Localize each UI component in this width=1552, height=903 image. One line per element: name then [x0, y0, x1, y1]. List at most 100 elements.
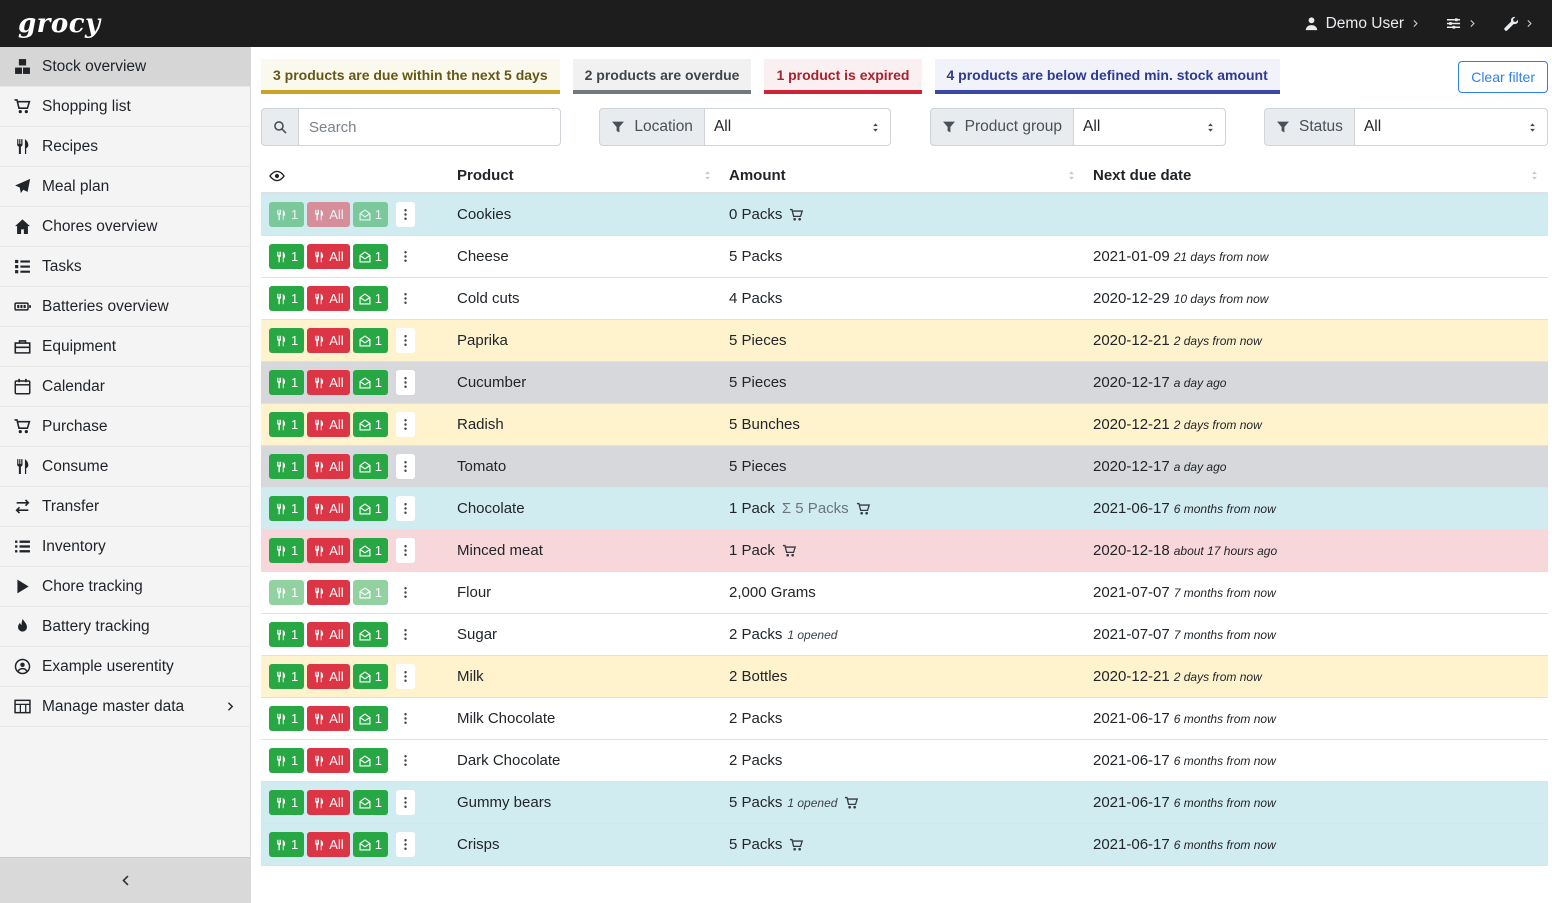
admin-menu[interactable] — [1503, 16, 1534, 31]
status-select[interactable]: All — [1354, 108, 1548, 146]
consume-one-button[interactable]: 1 — [269, 580, 304, 605]
consume-all-button[interactable]: All — [307, 244, 349, 269]
consume-one-button[interactable]: 1 — [269, 244, 304, 269]
sidebar-item-tasks[interactable]: Tasks — [0, 247, 250, 287]
row-menu-button[interactable] — [396, 244, 415, 269]
consume-all-button[interactable]: All — [307, 370, 349, 395]
cart-icon[interactable] — [782, 544, 797, 558]
app-logo[interactable]: grocy — [18, 9, 101, 39]
location-select[interactable]: All — [704, 108, 891, 146]
open-one-button[interactable]: 1 — [353, 286, 388, 311]
row-menu-button[interactable] — [396, 832, 415, 857]
consume-all-button[interactable]: All — [307, 286, 349, 311]
consume-all-button[interactable]: All — [307, 412, 349, 437]
consume-all-button[interactable]: All — [307, 748, 349, 773]
consume-all-button[interactable]: All — [307, 580, 349, 605]
row-menu-button[interactable] — [396, 328, 415, 353]
sidebar-item-batteries-overview[interactable]: Batteries overview — [0, 287, 250, 327]
row-menu-button[interactable] — [396, 412, 415, 437]
row-menu-button[interactable] — [396, 538, 415, 563]
sidebar-collapse-button[interactable] — [0, 857, 250, 903]
open-one-button[interactable]: 1 — [353, 370, 388, 395]
sort-icon[interactable] — [1529, 169, 1540, 182]
sidebar-item-inventory[interactable]: Inventory — [0, 527, 250, 567]
consume-all-button[interactable]: All — [307, 706, 349, 731]
sidebar-item-calendar[interactable]: Calendar — [0, 367, 250, 407]
sidebar-item-purchase[interactable]: Purchase — [0, 407, 250, 447]
row-menu-button[interactable] — [396, 622, 415, 647]
row-menu-button[interactable] — [396, 286, 415, 311]
consume-one-button[interactable]: 1 — [269, 538, 304, 563]
consume-one-button[interactable]: 1 — [269, 454, 304, 479]
open-one-button[interactable]: 1 — [353, 496, 388, 521]
sort-icon[interactable] — [1066, 169, 1077, 182]
row-menu-button[interactable] — [396, 202, 415, 227]
consume-one-button[interactable]: 1 — [269, 706, 304, 731]
row-menu-button[interactable] — [396, 748, 415, 773]
row-menu-button[interactable] — [396, 706, 415, 731]
column-header-product[interactable]: Product — [449, 159, 721, 193]
sidebar-item-chore-tracking[interactable]: Chore tracking — [0, 567, 250, 607]
cart-icon[interactable] — [789, 208, 804, 222]
consume-all-button[interactable]: All — [307, 496, 349, 521]
sidebar-item-equipment[interactable]: Equipment — [0, 327, 250, 367]
open-one-button[interactable]: 1 — [353, 538, 388, 563]
sidebar-item-consume[interactable]: Consume — [0, 447, 250, 487]
search-input[interactable] — [298, 108, 561, 146]
row-menu-button[interactable] — [396, 370, 415, 395]
consume-all-button[interactable]: All — [307, 622, 349, 647]
consume-one-button[interactable]: 1 — [269, 496, 304, 521]
consume-all-button[interactable]: All — [307, 664, 349, 689]
product-group-select[interactable]: All — [1073, 108, 1226, 146]
sidebar-item-chores-overview[interactable]: Chores overview — [0, 207, 250, 247]
consume-one-button[interactable]: 1 — [269, 328, 304, 353]
sidebar-item-meal-plan[interactable]: Meal plan — [0, 167, 250, 207]
open-one-button[interactable]: 1 — [353, 454, 388, 479]
consume-all-button[interactable]: All — [307, 454, 349, 479]
row-menu-button[interactable] — [396, 454, 415, 479]
consume-one-button[interactable]: 1 — [269, 748, 304, 773]
consume-one-button[interactable]: 1 — [269, 412, 304, 437]
sidebar-item-transfer[interactable]: Transfer — [0, 487, 250, 527]
open-one-button[interactable]: 1 — [353, 244, 388, 269]
open-one-button[interactable]: 1 — [353, 622, 388, 647]
clear-filter-button[interactable]: Clear filter — [1458, 61, 1548, 93]
sidebar-item-recipes[interactable]: Recipes — [0, 127, 250, 167]
sidebar-item-manage-master-data[interactable]: Manage master data — [0, 687, 250, 727]
column-header-next-due-date[interactable]: Next due date — [1085, 159, 1548, 193]
sort-icon[interactable] — [702, 169, 713, 182]
consume-one-button[interactable]: 1 — [269, 286, 304, 311]
consume-one-button[interactable]: 1 — [269, 832, 304, 857]
consume-all-button[interactable]: All — [307, 202, 349, 227]
open-one-button[interactable]: 1 — [353, 202, 388, 227]
open-one-button[interactable]: 1 — [353, 832, 388, 857]
consume-one-button[interactable]: 1 — [269, 790, 304, 815]
row-menu-button[interactable] — [396, 790, 415, 815]
consume-all-button[interactable]: All — [307, 328, 349, 353]
cart-icon[interactable] — [844, 796, 859, 810]
column-header-amount[interactable]: Amount — [721, 159, 1085, 193]
sidebar-item-shopping-list[interactable]: Shopping list — [0, 87, 250, 127]
consume-one-button[interactable]: 1 — [269, 664, 304, 689]
open-one-button[interactable]: 1 — [353, 664, 388, 689]
cart-icon[interactable] — [856, 502, 871, 516]
open-one-button[interactable]: 1 — [353, 412, 388, 437]
user-menu[interactable]: Demo User — [1304, 15, 1420, 33]
row-menu-button[interactable] — [396, 664, 415, 689]
open-one-button[interactable]: 1 — [353, 790, 388, 815]
settings-menu[interactable] — [1446, 16, 1477, 31]
sidebar-item-stock-overview[interactable]: Stock overview — [0, 47, 250, 87]
open-one-button[interactable]: 1 — [353, 328, 388, 353]
row-menu-button[interactable] — [396, 496, 415, 521]
consume-all-button[interactable]: All — [307, 790, 349, 815]
consume-one-button[interactable]: 1 — [269, 202, 304, 227]
eye-icon[interactable] — [269, 168, 285, 184]
open-one-button[interactable]: 1 — [353, 580, 388, 605]
consume-one-button[interactable]: 1 — [269, 370, 304, 395]
consume-all-button[interactable]: All — [307, 832, 349, 857]
sidebar-item-battery-tracking[interactable]: Battery tracking — [0, 607, 250, 647]
sidebar-item-example-userentity[interactable]: Example userentity — [0, 647, 250, 687]
open-one-button[interactable]: 1 — [353, 748, 388, 773]
consume-one-button[interactable]: 1 — [269, 622, 304, 647]
consume-all-button[interactable]: All — [307, 538, 349, 563]
